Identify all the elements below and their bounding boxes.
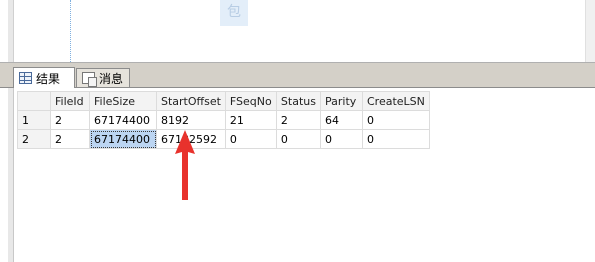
column-header-startoffset[interactable]: StartOffset — [156, 91, 226, 111]
cell-filesize-selected[interactable]: 67174400 — [89, 129, 157, 149]
tab-results-label: 结果 — [36, 71, 61, 86]
cell-filesize[interactable]: 67174400 — [89, 110, 157, 130]
cell-fseqno[interactable]: 21 — [224, 110, 277, 130]
annotation-arrow-icon — [175, 130, 195, 200]
grid-header-row: FileId FileSize StartOffset FSeqNo Statu… — [17, 91, 430, 111]
grid-icon — [19, 72, 32, 84]
column-header-status[interactable]: Status — [275, 91, 321, 111]
column-header-filesize[interactable]: FileSize — [89, 91, 157, 111]
editor-glyph: 包 — [220, 0, 248, 26]
cell-parity[interactable]: 64 — [319, 110, 363, 130]
cell-parity[interactable]: 0 — [319, 129, 363, 149]
cell-status[interactable]: 2 — [275, 110, 321, 130]
results-gutter — [8, 88, 14, 262]
editor-gutter — [8, 0, 14, 62]
row-number[interactable]: 2 — [17, 129, 51, 149]
table-row[interactable]: 1 2 67174400 8192 21 2 64 0 — [17, 110, 430, 130]
cell-createlsn[interactable]: 0 — [361, 129, 430, 149]
column-header-fileid[interactable]: FileId — [50, 91, 90, 111]
tab-results[interactable]: 结果 — [13, 67, 75, 88]
query-editor[interactable]: 包 — [0, 0, 595, 62]
cell-createlsn[interactable]: 0 — [361, 110, 430, 130]
editor-margin-line — [70, 0, 71, 62]
cell-fileid[interactable]: 2 — [50, 129, 90, 149]
column-header-createlsn[interactable]: CreateLSN — [361, 91, 430, 111]
cell-status[interactable]: 0 — [275, 129, 321, 149]
cell-fseqno[interactable]: 0 — [224, 129, 277, 149]
row-number[interactable]: 1 — [17, 110, 51, 130]
results-tabbar: 结果 消息 — [0, 66, 595, 88]
column-header-fseqno[interactable]: FSeqNo — [224, 91, 277, 111]
cell-fileid[interactable]: 2 — [50, 110, 90, 130]
results-grid: FileId FileSize StartOffset FSeqNo Statu… — [17, 91, 430, 149]
table-row[interactable]: 2 2 67174400 67182592 0 0 0 0 — [17, 129, 430, 149]
grid-corner[interactable] — [17, 91, 51, 111]
column-header-parity[interactable]: Parity — [319, 91, 363, 111]
cell-startoffset[interactable]: 8192 — [156, 110, 226, 130]
tab-messages[interactable]: 消息 — [76, 68, 130, 87]
tab-messages-label: 消息 — [99, 71, 124, 86]
message-icon — [82, 72, 97, 87]
editor-scrollbar[interactable] — [585, 0, 595, 62]
